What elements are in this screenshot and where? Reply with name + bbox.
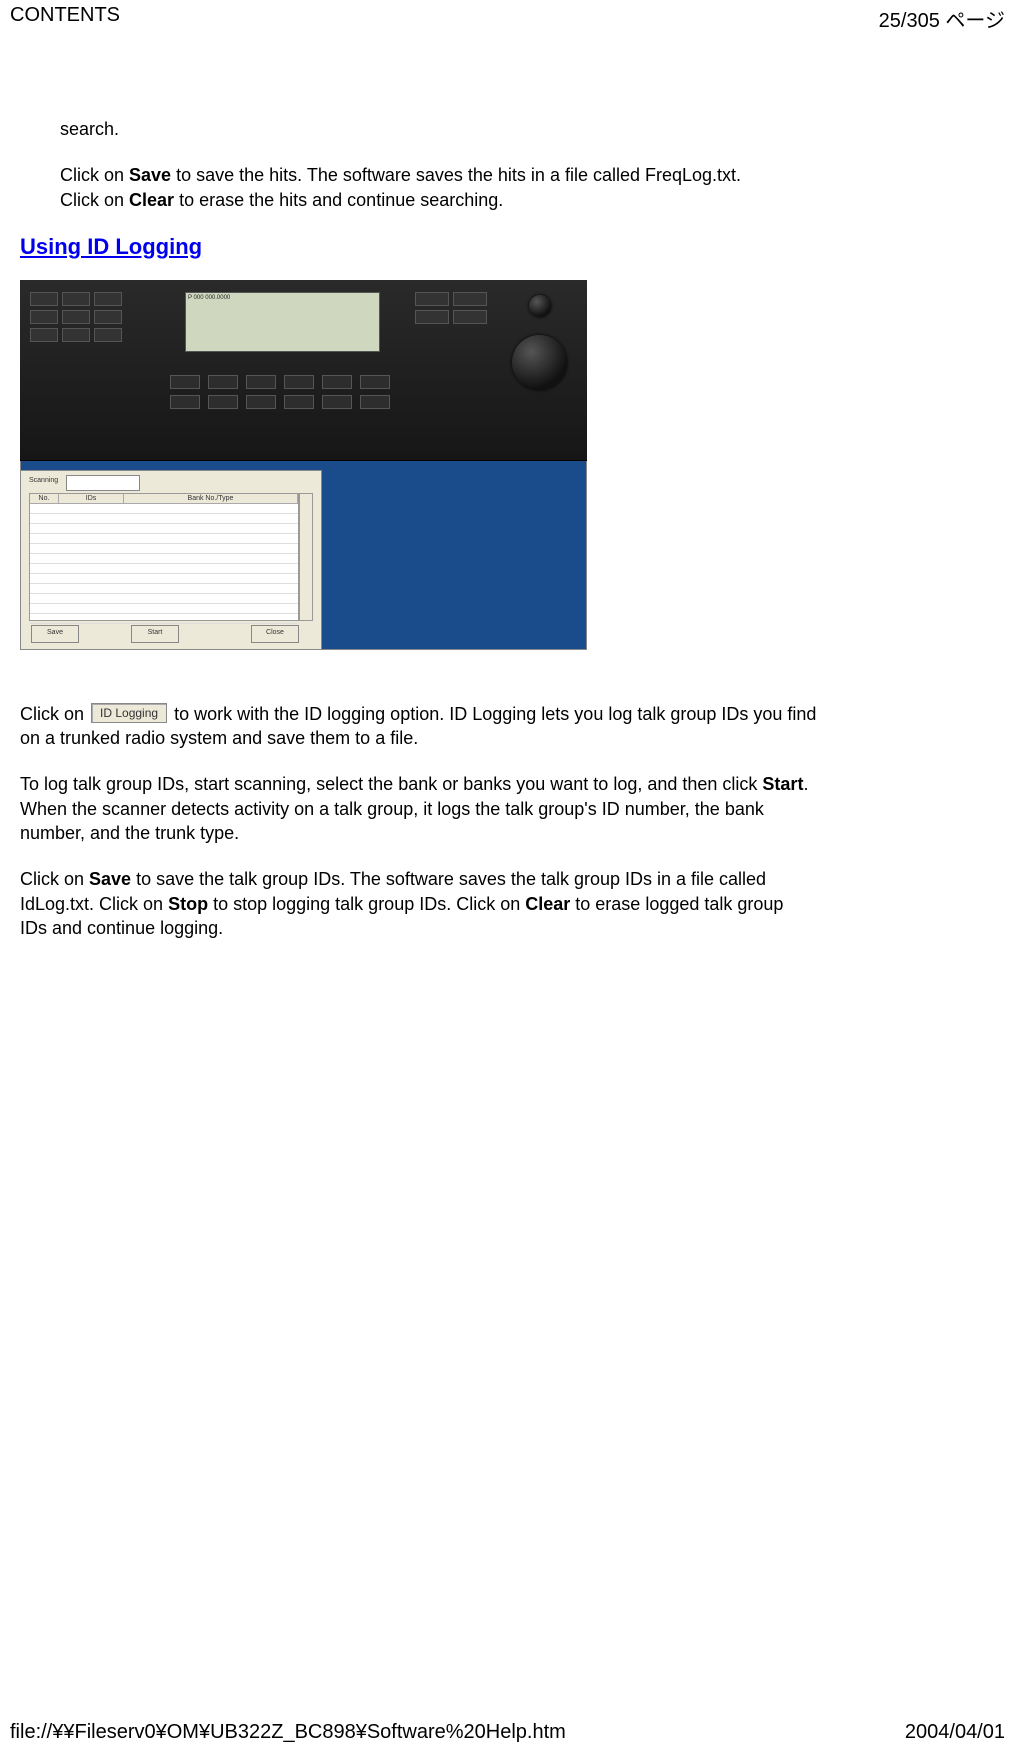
bold-start: Start [762,774,803,794]
page-header: CONTENTS 25/305 ページ [0,0,1015,37]
dialog-close-button: Close [251,625,299,643]
paragraph-save-hits: Click on Save to save the hits. The soft… [60,163,840,187]
paragraph-save-stop-clear-3: IDs and continue logging. [20,916,820,940]
paragraph-search: search. [60,117,840,141]
radio-lcd: P 000 000.0000 [185,292,380,352]
small-knob-icon [529,295,551,317]
bold-save: Save [129,165,171,185]
bold-clear: Clear [129,190,174,210]
bold-save-2: Save [89,869,131,889]
radio-unit-image: P 000 000.0000 [20,280,587,461]
header-right: 25/305 ページ [879,4,1005,33]
id-logging-button[interactable]: ID Logging [91,703,167,723]
col-ids: IDs [59,494,124,503]
content-area: search. Click on Save to save the hits. … [0,37,1015,940]
bold-clear-2: Clear [525,894,570,914]
footer-right: 2004/04/01 [905,1721,1005,1744]
paragraph-trunk-type: number, and the trunk type. [20,821,820,845]
paragraph-log-start: To log talk group IDs, start scanning, s… [20,772,820,796]
page-footer: file://¥¥Fileserv0¥OM¥UB322Z_BC898¥Softw… [0,1721,1015,1744]
dialog-scanning-label: Scanning [29,477,58,484]
footer-left: file://¥¥Fileserv0¥OM¥UB322Z_BC898¥Softw… [10,1721,566,1744]
radio-button-grid-right [415,292,487,324]
id-logging-dialog: Scanning No. IDs Bank No./Type Save Star… [20,470,322,650]
paragraph-clear-hits: Click on Clear to erase the hits and con… [60,188,840,212]
paragraph-detects-activity: When the scanner detects activity on a t… [20,797,820,821]
big-knob-icon [512,335,567,390]
radio-button-grid-center [170,375,390,409]
dialog-dropdown [66,475,140,491]
dialog-scrollbar-icon [299,493,313,621]
paragraph-trunked-radio: on a trunked radio system and save them … [20,726,820,750]
paragraph-save-stop-clear-1: Click on Save to save the talk group IDs… [20,867,820,891]
heading-using-id-logging: Using ID Logging [20,234,995,260]
dialog-table: No. IDs Bank No./Type [29,493,299,621]
radio-button-grid-left [30,292,122,342]
header-left: CONTENTS [10,4,120,33]
col-bank: Bank No./Type [124,494,298,503]
dialog-save-button: Save [31,625,79,643]
paragraph-save-stop-clear-2: IdLog.txt. Click on Stop to stop logging… [20,892,820,916]
screenshot-id-logging: P 000 000.0000 Scanning No. IDs Bank No.… [20,280,587,650]
paragraph-click-id-logging: Click on ID Logging to work with the ID … [20,702,820,726]
dialog-start-button: Start [131,625,179,643]
col-no: No. [30,494,59,503]
bold-stop: Stop [168,894,208,914]
